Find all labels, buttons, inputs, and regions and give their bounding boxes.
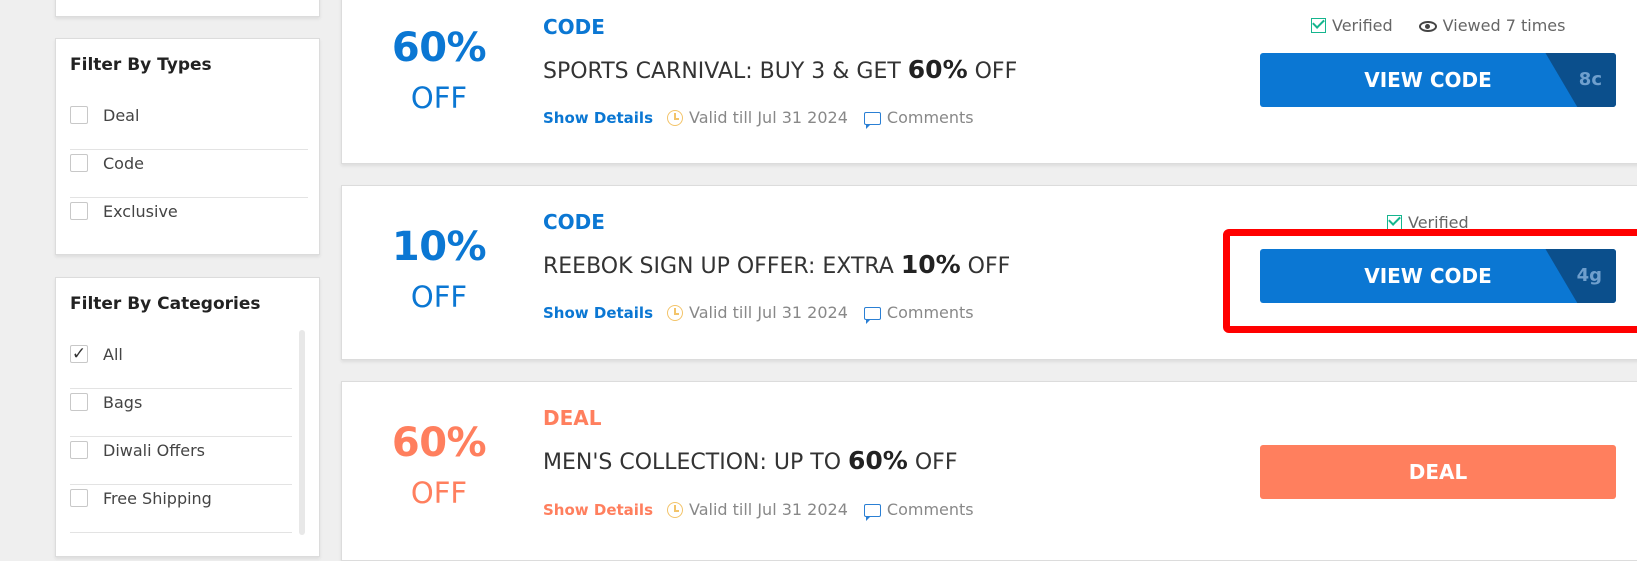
filter-option-label: All bbox=[103, 345, 123, 364]
offer-title-percent: 60% bbox=[848, 446, 908, 475]
filter-option-deal[interactable]: Deal bbox=[70, 102, 308, 150]
offer-title: SPORTS CARNIVAL: BUY 3 & GET 60% OFF bbox=[543, 55, 1017, 84]
offer-title-prefix: MEN'S COLLECTION: UP TO bbox=[543, 450, 849, 475]
verified-label: Verified bbox=[1332, 16, 1393, 35]
offer-card: 10% OFF CODE REEBOK SIGN UP OFFER: EXTRA… bbox=[341, 185, 1637, 360]
offer-type: DEAL bbox=[543, 406, 602, 430]
verified-check-icon bbox=[1387, 215, 1402, 230]
filter-category-diwali-offers[interactable]: Diwali Offers bbox=[70, 437, 292, 485]
sidebar-top-panel bbox=[55, 0, 320, 17]
offer-meta: Show Details Valid till Jul 31 2024 Commen… bbox=[543, 108, 974, 129]
categories-scrollbar[interactable] bbox=[299, 330, 305, 535]
comment-icon bbox=[863, 112, 881, 129]
checkbox[interactable] bbox=[70, 106, 88, 124]
filter-category-all[interactable]: ✓ All bbox=[70, 341, 292, 389]
offer-title-percent: 60% bbox=[907, 55, 968, 84]
offer-meta: Show Details Valid till Jul 31 2024 Commen… bbox=[543, 303, 974, 324]
offer-off-label: OFF bbox=[410, 81, 468, 115]
show-details-link[interactable]: Show Details bbox=[543, 501, 653, 519]
filter-option-label: Bags bbox=[103, 393, 143, 412]
offer-percent: 60% bbox=[391, 25, 487, 71]
filter-option-label: Free Shipping bbox=[103, 489, 212, 508]
comments-link[interactable]: Comments bbox=[887, 303, 974, 322]
comments-link[interactable]: Comments bbox=[887, 108, 974, 127]
offer-off-label: OFF bbox=[410, 476, 468, 510]
filter-option-label: Exclusive bbox=[103, 202, 178, 221]
eye-icon bbox=[1418, 21, 1437, 32]
viewed-count: Viewed 7 times bbox=[1442, 16, 1566, 35]
filter-option-code[interactable]: Code bbox=[70, 150, 308, 198]
offer-percent: 60% bbox=[391, 420, 487, 466]
deal-button-label: DEAL bbox=[1408, 460, 1468, 484]
code-peek: 4g bbox=[1545, 249, 1616, 303]
view-code-button[interactable]: VIEW CODE 4g bbox=[1260, 249, 1616, 303]
offer-title-percent: 10% bbox=[900, 250, 961, 279]
offer-title-suffix: OFF bbox=[907, 450, 958, 475]
filter-option-exclusive[interactable]: Exclusive bbox=[70, 198, 308, 246]
offer-card: 60% OFF DEAL MEN'S COLLECTION: UP TO 60%… bbox=[341, 381, 1637, 561]
clock-icon bbox=[667, 305, 683, 321]
filter-types-title: Filter By Types bbox=[70, 55, 212, 75]
comments-link[interactable]: Comments bbox=[887, 500, 974, 519]
offer-type: CODE bbox=[543, 210, 605, 234]
filter-category-bags[interactable]: Bags bbox=[70, 389, 292, 437]
code-peek: 8c bbox=[1545, 53, 1616, 107]
offer-badges: Verified Viewed 7 times bbox=[1311, 16, 1565, 35]
offer-title-prefix: REEBOK SIGN UP OFFER: EXTRA bbox=[543, 254, 901, 279]
offer-meta: Show Details Valid till Jul 31 2024 Commen… bbox=[543, 500, 974, 521]
filter-category-free-shipping[interactable]: Free Shipping bbox=[70, 485, 292, 533]
show-details-link[interactable]: Show Details bbox=[543, 109, 653, 127]
clock-icon bbox=[667, 502, 683, 518]
view-code-button[interactable]: VIEW CODE 8c bbox=[1260, 53, 1616, 107]
view-code-label: VIEW CODE bbox=[1364, 264, 1492, 288]
checkbox[interactable] bbox=[70, 441, 88, 459]
valid-till-text: Valid till Jul 31 2024 bbox=[689, 500, 848, 519]
verified-check-icon bbox=[1311, 18, 1326, 33]
verified-label: Verified bbox=[1408, 213, 1469, 232]
checkbox[interactable] bbox=[70, 393, 88, 411]
show-details-link[interactable]: Show Details bbox=[543, 304, 653, 322]
filter-option-label: Diwali Offers bbox=[103, 441, 206, 460]
filter-by-types-panel: Filter By Types Deal Code Exclusive bbox=[55, 38, 320, 255]
offer-off-label: OFF bbox=[410, 280, 468, 314]
offer-title-suffix: OFF bbox=[960, 254, 1011, 279]
filter-option-label: Code bbox=[103, 154, 144, 173]
filter-categories-title: Filter By Categories bbox=[70, 294, 261, 314]
checkbox[interactable] bbox=[70, 202, 88, 220]
offer-badges: Verified bbox=[1387, 213, 1469, 232]
offer-title-suffix: OFF bbox=[967, 59, 1018, 84]
deal-button[interactable]: DEAL bbox=[1260, 445, 1616, 499]
filter-by-categories-panel: Filter By Categories ✓ All Bags Diwali O… bbox=[55, 277, 320, 557]
offer-title: REEBOK SIGN UP OFFER: EXTRA 10% OFF bbox=[543, 250, 1010, 279]
offer-type: CODE bbox=[543, 15, 605, 39]
comment-icon bbox=[863, 504, 881, 521]
valid-till-text: Valid till Jul 31 2024 bbox=[689, 108, 848, 127]
view-code-label: VIEW CODE bbox=[1364, 68, 1492, 92]
checkbox-checked[interactable]: ✓ bbox=[70, 345, 88, 363]
comment-icon bbox=[863, 307, 881, 324]
offer-card: 60% OFF CODE SPORTS CARNIVAL: BUY 3 & GE… bbox=[341, 0, 1637, 164]
offer-percent: 10% bbox=[391, 224, 487, 270]
valid-till-text: Valid till Jul 31 2024 bbox=[689, 303, 848, 322]
checkbox[interactable] bbox=[70, 154, 88, 172]
clock-icon bbox=[667, 110, 683, 126]
filter-option-label: Deal bbox=[103, 106, 140, 125]
offer-title-prefix: SPORTS CARNIVAL: BUY 3 & GET bbox=[543, 59, 908, 84]
checkbox[interactable] bbox=[70, 489, 88, 507]
offer-title: MEN'S COLLECTION: UP TO 60% OFF bbox=[543, 446, 957, 475]
